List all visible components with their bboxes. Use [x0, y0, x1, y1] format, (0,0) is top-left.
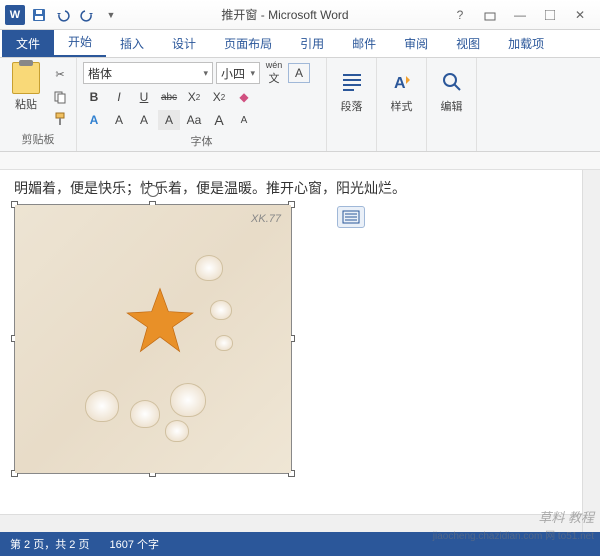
- svg-text:A: A: [394, 75, 406, 92]
- paste-button[interactable]: 粘贴: [6, 62, 46, 131]
- change-case-icon[interactable]: Aa: [183, 110, 205, 130]
- qat-customize-icon[interactable]: ▼: [100, 4, 122, 26]
- tab-design[interactable]: 设计: [158, 30, 210, 57]
- shrink-font-icon[interactable]: A: [233, 110, 255, 130]
- horizontal-scrollbar[interactable]: [0, 514, 582, 532]
- font-name-combo[interactable]: 楷体▾: [83, 62, 213, 84]
- rotate-handle[interactable]: [147, 185, 159, 197]
- shell-icon: [130, 400, 160, 428]
- shell-icon: [85, 390, 119, 422]
- group-styles: A 样式: [377, 58, 427, 151]
- tab-insert[interactable]: 插入: [106, 30, 158, 57]
- strikethrough-button[interactable]: abc: [158, 87, 180, 107]
- shell-icon: [195, 255, 223, 281]
- beach-image: XK.77: [15, 205, 291, 473]
- layout-options-icon[interactable]: [337, 206, 365, 228]
- find-icon: [438, 68, 466, 96]
- save-icon[interactable]: [28, 4, 50, 26]
- tab-addins[interactable]: 加载项: [494, 30, 558, 57]
- superscript-button[interactable]: X2: [208, 87, 230, 107]
- font-color-icon[interactable]: A: [133, 110, 155, 130]
- group-paragraph: 段落: [327, 58, 377, 151]
- close-icon[interactable]: ✕: [568, 5, 592, 25]
- paste-icon: [12, 62, 40, 94]
- shell-icon: [170, 383, 206, 417]
- bold-button[interactable]: B: [83, 87, 105, 107]
- shell-icon: [210, 300, 232, 320]
- subscript-button[interactable]: X2: [183, 87, 205, 107]
- tab-review[interactable]: 审阅: [390, 30, 442, 57]
- redo-icon[interactable]: [76, 4, 98, 26]
- paragraph-icon: [338, 68, 366, 96]
- paragraph-button[interactable]: 段落: [333, 62, 370, 114]
- help-icon[interactable]: ?: [448, 5, 472, 25]
- copy-icon[interactable]: [50, 88, 70, 106]
- font-size-combo[interactable]: 小四▾: [216, 62, 260, 84]
- grow-font-icon[interactable]: A: [208, 110, 230, 130]
- tab-mailings[interactable]: 邮件: [338, 30, 390, 57]
- group-clipboard: 粘贴 ✂ 剪贴板: [0, 58, 77, 151]
- phonetic-guide-icon[interactable]: wén文: [263, 63, 285, 83]
- selected-image[interactable]: XK.77: [14, 204, 292, 474]
- minimize-icon[interactable]: —: [508, 5, 532, 25]
- group-editing: 编辑: [427, 58, 477, 151]
- ruler[interactable]: [0, 152, 600, 170]
- word-count[interactable]: 1607 个字: [109, 536, 159, 552]
- group-font: 楷体▾ 小四▾ wén文 A B I U abc X2 X2 ◆ A A A A…: [77, 58, 327, 151]
- format-painter-icon[interactable]: [50, 110, 70, 128]
- cut-icon[interactable]: ✂: [50, 66, 70, 84]
- image-watermark: XK.77: [251, 213, 281, 225]
- tab-view[interactable]: 视图: [442, 30, 494, 57]
- ribbon-tabs: 文件 开始 插入 设计 页面布局 引用 邮件 审阅 视图 加载项: [0, 30, 600, 58]
- text-effects-icon[interactable]: A: [83, 110, 105, 130]
- vertical-scrollbar[interactable]: [582, 170, 600, 532]
- undo-icon[interactable]: [52, 4, 74, 26]
- tab-file[interactable]: 文件: [2, 30, 54, 57]
- maximize-icon[interactable]: [538, 5, 562, 25]
- char-border-icon[interactable]: A: [288, 63, 310, 83]
- word-app-icon: W: [4, 4, 26, 26]
- starfish-icon: [125, 285, 195, 355]
- char-shading-icon[interactable]: A: [158, 110, 180, 130]
- document-text[interactable]: 明媚着，便是快乐；快乐着，便是温暖。推开心窗，阳光灿烂。: [14, 178, 586, 198]
- document-area: 明媚着，便是快乐；快乐着，便是温暖。推开心窗，阳光灿烂。 XK.77: [0, 152, 600, 532]
- styles-icon: A: [388, 68, 416, 96]
- clear-format-icon[interactable]: ◆: [233, 87, 255, 107]
- shell-icon: [165, 420, 189, 442]
- tab-layout[interactable]: 页面布局: [210, 30, 286, 57]
- tab-references[interactable]: 引用: [286, 30, 338, 57]
- editing-button[interactable]: 编辑: [433, 62, 470, 114]
- italic-button[interactable]: I: [108, 87, 130, 107]
- window-title: 推开窗 - Microsoft Word: [122, 6, 448, 23]
- status-bar: 第 2 页，共 2 页 1607 个字: [0, 532, 600, 556]
- ribbon-options-icon[interactable]: [478, 5, 502, 25]
- underline-button[interactable]: U: [133, 87, 155, 107]
- shell-icon: [215, 335, 233, 351]
- highlight-icon[interactable]: A: [108, 110, 130, 130]
- page-indicator[interactable]: 第 2 页，共 2 页: [10, 536, 89, 552]
- tab-home[interactable]: 开始: [54, 28, 106, 57]
- styles-button[interactable]: A 样式: [383, 62, 420, 114]
